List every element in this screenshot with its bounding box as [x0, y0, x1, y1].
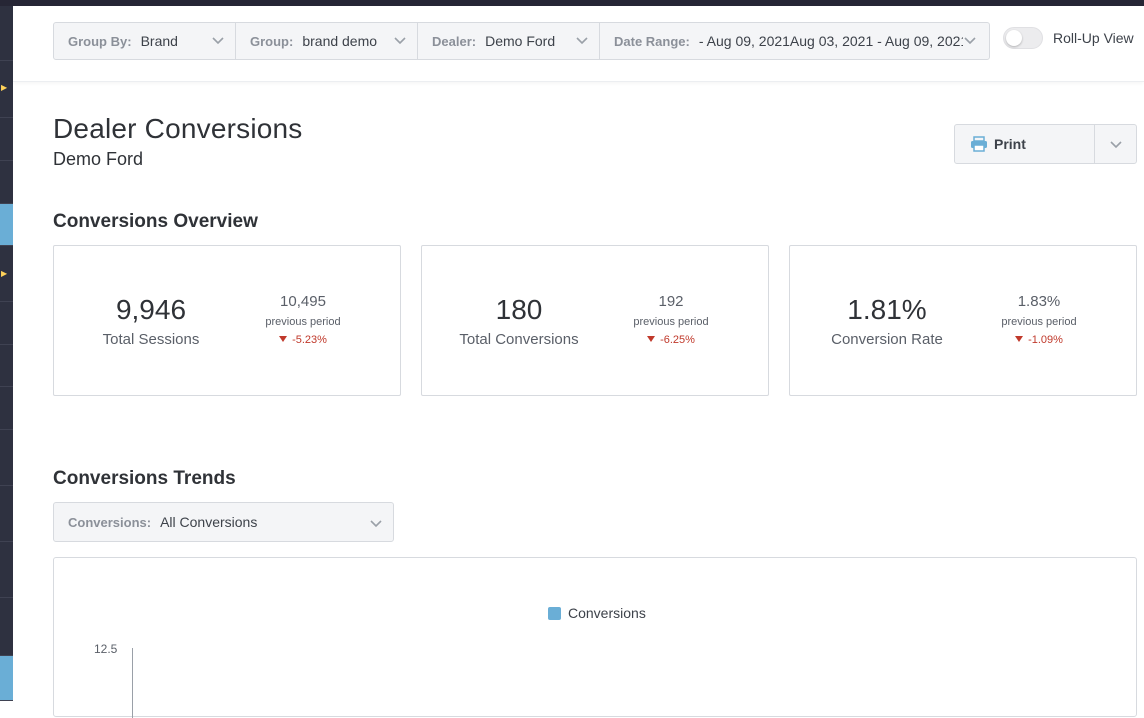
filter-bar: Group By: Brand Group: brand demo Dealer…: [13, 6, 1144, 82]
filter-group: Group By: Brand Group: brand demo Dealer…: [53, 22, 990, 60]
sidebar-item[interactable]: [0, 345, 13, 387]
toggle-knob: [1006, 30, 1022, 46]
previous-period-label: previous period: [1001, 316, 1077, 328]
chevron-down-icon: [394, 37, 406, 45]
change-indicator: -6.25%: [616, 334, 726, 346]
sidebar-item[interactable]: [0, 6, 13, 61]
down-triangle-icon: [647, 336, 656, 342]
sidebar-item[interactable]: [0, 430, 13, 486]
filter-label: Group By:: [68, 33, 132, 49]
change-indicator: -5.23%: [248, 334, 358, 346]
sidebar-item[interactable]: [0, 486, 13, 542]
previous-value: 10,495: [280, 293, 326, 310]
sidebar-item-active[interactable]: [0, 656, 13, 701]
filter-label: Date Range:: [614, 33, 690, 49]
change-value: -5.23%: [292, 334, 327, 346]
overview-title: Conversions Overview: [53, 211, 258, 232]
metric-label: Total Conversions: [459, 331, 579, 348]
previous-period-label: previous period: [265, 316, 341, 328]
chevron-down-icon: [963, 33, 977, 47]
rollup-label: Roll-Up View: [1053, 30, 1134, 46]
group-filter[interactable]: Group: brand demo: [236, 23, 418, 59]
sidebar-item[interactable]: [0, 542, 13, 598]
chart-legend[interactable]: Conversions: [548, 605, 646, 621]
sidebar-item[interactable]: ▶: [0, 61, 13, 118]
select-value: All Conversions: [160, 514, 258, 530]
metric-value: 180: [495, 294, 543, 325]
filter-value: - Aug 09, 2021Aug 03, 2021 - Aug 09, 202…: [698, 33, 969, 49]
chevron-down-icon: [370, 520, 382, 528]
print-button-group: Print: [954, 124, 1137, 164]
metric-label: Conversion Rate: [831, 331, 943, 348]
sidebar-item[interactable]: [0, 118, 13, 161]
previous-period-label: previous period: [633, 316, 709, 328]
print-options-dropdown[interactable]: [1095, 125, 1136, 163]
sidebar-item[interactable]: [0, 302, 13, 345]
sidebar-item-active[interactable]: [0, 204, 13, 246]
printer-icon: [971, 136, 987, 152]
down-triangle-icon: [279, 336, 288, 342]
filter-value: Brand: [140, 33, 178, 49]
print-button[interactable]: Print: [955, 125, 1096, 163]
change-value: -1.09%: [1028, 334, 1063, 346]
metric-card-sessions: 9,946 Total Sessions 10,495 previous per…: [53, 245, 401, 396]
change-indicator: -1.09%: [984, 334, 1094, 346]
filter-value: Demo Ford: [485, 33, 556, 49]
metric-value: 1.81%: [847, 294, 927, 325]
chevron-right-icon: ▶: [1, 269, 8, 278]
dealer-filter[interactable]: Dealer: Demo Ford: [418, 23, 600, 59]
y-axis: [132, 648, 133, 718]
metric-label: Total Sessions: [102, 331, 200, 348]
chevron-down-icon: [576, 37, 588, 45]
chevron-right-icon: ▶: [1, 83, 8, 92]
date-range-filter[interactable]: Date Range: - Aug 09, 2021Aug 03, 2021 -…: [600, 23, 989, 59]
print-label: Print: [994, 136, 1026, 152]
chevron-down-icon: [212, 37, 224, 45]
metric-card-rate: 1.81% Conversion Rate 1.83% previous per…: [789, 245, 1137, 396]
previous-value: 192: [658, 293, 684, 310]
conversions-select[interactable]: Conversions: All Conversions: [53, 502, 394, 542]
y-tick-label: 12.5: [94, 642, 118, 656]
page-subtitle: Demo Ford: [53, 149, 144, 169]
sidebar-item[interactable]: [0, 598, 13, 656]
sidebar: ▶ ▶: [0, 6, 13, 701]
page-title: Dealer Conversions: [53, 113, 303, 144]
sidebar-item[interactable]: [0, 161, 13, 204]
change-value: -6.25%: [660, 334, 695, 346]
filter-label: Group:: [250, 33, 294, 49]
sidebar-item[interactable]: [0, 387, 13, 430]
chevron-down-icon: [1110, 141, 1122, 149]
sidebar-item[interactable]: ▶: [0, 246, 13, 302]
legend-label: Conversions: [568, 605, 646, 621]
previous-value: 1.83%: [1017, 293, 1061, 310]
group-by-filter[interactable]: Group By: Brand: [54, 23, 236, 59]
select-label: Conversions:: [68, 514, 152, 530]
filter-label: Dealer:: [432, 33, 477, 49]
rollup-toggle[interactable]: [1003, 27, 1043, 49]
trends-title: Conversions Trends: [53, 468, 236, 489]
metric-card-conversions: 180 Total Conversions 192 previous perio…: [421, 245, 769, 396]
metric-value: 9,946: [115, 294, 187, 325]
legend-swatch: [548, 606, 561, 620]
down-triangle-icon: [1015, 336, 1024, 342]
trends-chart: Conversions 12.5: [53, 557, 1137, 718]
filter-value: brand demo: [302, 33, 378, 49]
